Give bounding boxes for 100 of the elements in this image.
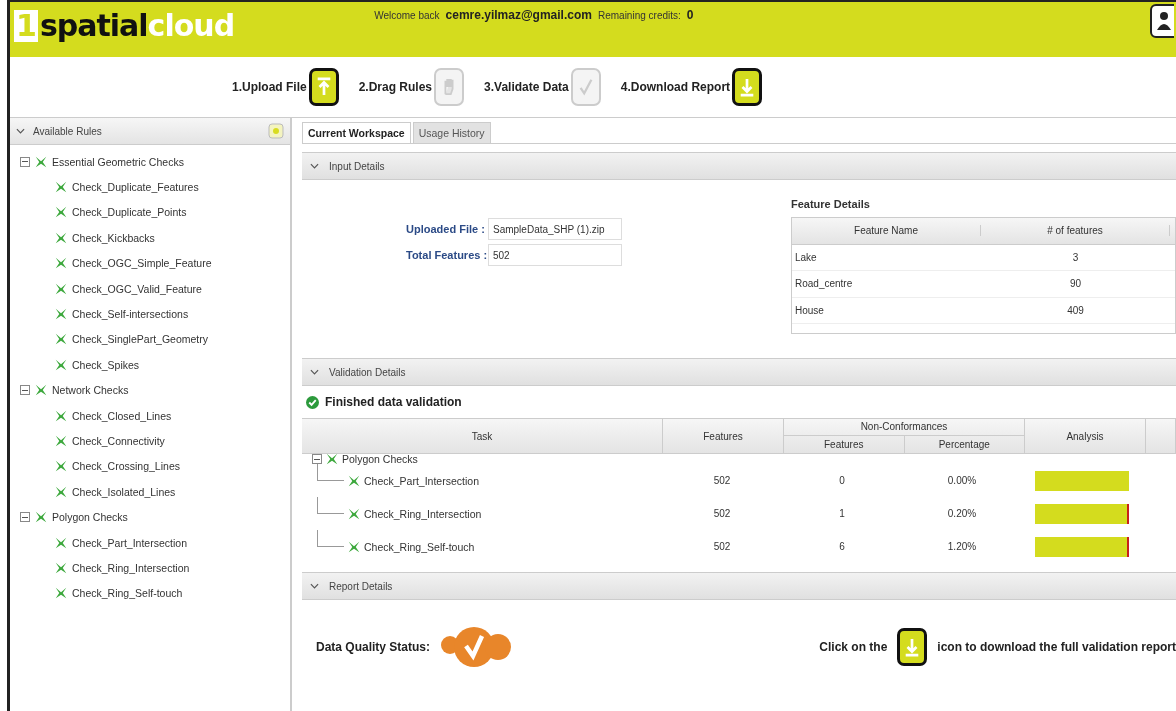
table-title: Feature Details xyxy=(791,198,871,210)
rule-item[interactable]: Check_SinglePart_Geometry xyxy=(72,333,208,346)
input-field[interactable]: SampleData_SHP (1).zip xyxy=(488,218,622,240)
rule-item[interactable]: Check_Duplicate_Points xyxy=(72,206,187,219)
logo-digit: 1 xyxy=(14,10,38,42)
rule-icon xyxy=(54,230,68,245)
rule-icon xyxy=(54,535,68,550)
rule-item[interactable]: Check_Connectivity xyxy=(72,435,165,447)
table-cell-text: 409 xyxy=(1066,304,1085,316)
tree-line xyxy=(317,530,344,547)
rule-item[interactable]: Check_OGC_Simple_Feature xyxy=(72,257,212,270)
logo-text: cloud xyxy=(147,8,235,43)
table-cell: Check_Part_Intersection xyxy=(364,474,479,487)
table-cell: 1 xyxy=(839,508,845,519)
rule-icon xyxy=(54,256,68,271)
collapse-toggle[interactable] xyxy=(20,512,30,523)
column-header: # of features xyxy=(981,225,1170,237)
rule-item[interactable]: Check_Kickbacks xyxy=(72,231,155,244)
step-label: 3.Validate Data xyxy=(484,80,569,94)
rule-item[interactable]: Check_Closed_Lines xyxy=(72,409,172,422)
column-header: Features xyxy=(784,436,905,453)
rule-icon xyxy=(347,473,361,488)
panel-title: Available Rules xyxy=(33,125,103,137)
quality-check-icon xyxy=(440,625,513,669)
field-label: Uploaded File : xyxy=(406,223,484,235)
rule-icon xyxy=(34,383,48,398)
section-title: Input Details xyxy=(329,160,385,172)
credits-label: Remaining credits: xyxy=(597,10,681,21)
rule-item[interactable]: Check_OGC_Valid_Feature xyxy=(72,282,202,295)
column-header: Percentage xyxy=(937,438,991,452)
welcome-text: Welcome back xyxy=(374,10,440,21)
step-label: 4.Download Report xyxy=(620,80,731,94)
table-cell: Check_Ring_Self-touch xyxy=(364,540,475,553)
rule-item[interactable]: Check_Ring_Self-touch xyxy=(72,587,183,600)
rule-item[interactable]: Check_Self-intersections xyxy=(72,308,189,321)
table-cell: 0.00% xyxy=(947,475,977,486)
table-cell-text: House xyxy=(794,304,825,316)
rule-icon xyxy=(347,506,361,521)
table-cell-text: Road_centre xyxy=(794,278,854,290)
rule-item[interactable]: Check_Part_Intersection xyxy=(72,536,187,549)
rule-icon xyxy=(347,539,361,554)
logo-text: spatial xyxy=(39,8,148,43)
tree-group[interactable]: Essential Geometric Checks xyxy=(52,155,184,168)
collapse-toggle[interactable] xyxy=(20,385,30,396)
column-header: Non-Conformances xyxy=(784,419,1024,436)
table-cell: 6 xyxy=(839,541,845,552)
column-header: Analysis xyxy=(1025,419,1146,453)
tree-group[interactable]: Network Checks xyxy=(52,384,129,397)
table-cell: Check_Ring_Intersection xyxy=(364,507,482,520)
rule-icon xyxy=(54,484,68,499)
hint-text: icon to download the full validation report xyxy=(937,640,1176,654)
tab[interactable]: Current Workspace xyxy=(302,122,411,143)
tab[interactable]: Usage History xyxy=(412,122,491,143)
rule-icon xyxy=(54,281,68,296)
collapse-toggle[interactable] xyxy=(20,156,30,167)
credits-value: 0 xyxy=(686,8,694,22)
collapse-toggle[interactable] xyxy=(312,454,322,464)
input-field[interactable]: 502 xyxy=(488,244,622,266)
column-header: Features xyxy=(663,419,784,453)
rule-icon xyxy=(325,452,339,466)
tree-line xyxy=(317,464,344,481)
rule-icon xyxy=(54,408,68,423)
tree-group[interactable]: Polygon Checks xyxy=(52,511,128,524)
rule-icon xyxy=(54,560,68,575)
upload-button[interactable] xyxy=(308,68,339,106)
section-header[interactable]: Report Details xyxy=(302,572,1176,600)
rule-item[interactable]: Check_Crossing_Lines xyxy=(72,460,180,473)
status-text: Finished data validation xyxy=(325,395,462,409)
rule-item[interactable]: Check_Isolated_Lines xyxy=(72,485,176,498)
tree-line xyxy=(317,497,344,514)
download-button[interactable] xyxy=(732,68,763,106)
table-cell: 0 xyxy=(839,475,845,486)
tree-group[interactable]: Polygon Checks xyxy=(342,453,418,465)
rule-item[interactable]: Check_Duplicate_Features xyxy=(72,181,199,194)
section-title: Report Details xyxy=(329,580,393,592)
column-header: Task xyxy=(302,419,663,453)
rule-item[interactable]: Check_Spikes xyxy=(72,358,140,371)
success-icon xyxy=(306,395,319,409)
chevron-icon xyxy=(310,583,319,589)
table-cell: 502 xyxy=(713,508,731,519)
rule-icon xyxy=(54,357,68,372)
rule-icon xyxy=(34,510,48,525)
section-title: Validation Details xyxy=(329,366,406,378)
chevron-icon xyxy=(310,163,319,169)
rule-icon xyxy=(54,459,68,474)
rule-icon xyxy=(54,205,68,220)
section-header[interactable]: Validation Details xyxy=(302,358,1176,386)
rule-item[interactable]: Check_Ring_Intersection xyxy=(72,561,190,574)
table-cell-text: Lake xyxy=(794,251,818,263)
column-header: Feature Name xyxy=(792,225,981,237)
rule-icon xyxy=(54,434,68,448)
table-cell: 0.20% xyxy=(947,508,977,519)
section-header[interactable]: Input Details xyxy=(302,152,1176,180)
user-icon[interactable] xyxy=(1150,4,1174,38)
user-email: cemre.yilmaz@gmail.com xyxy=(445,8,592,22)
rule-icon xyxy=(54,307,68,322)
rule-icon xyxy=(34,154,48,169)
rule-icon xyxy=(54,586,68,601)
download-button[interactable] xyxy=(897,628,928,666)
chevron-icon[interactable] xyxy=(16,128,25,134)
